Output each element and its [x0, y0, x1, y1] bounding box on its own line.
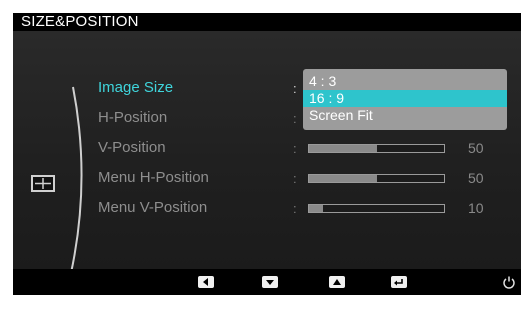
menu-h-position-slider-fill	[309, 175, 377, 182]
size-position-category-icon[interactable]	[31, 175, 55, 192]
osd-button-bar	[13, 269, 521, 295]
menu-h-position-slider[interactable]	[308, 174, 445, 183]
menu-item-image-size[interactable]: Image Size	[98, 79, 173, 96]
menu-h-position-value: 50	[468, 170, 484, 186]
v-position-slider[interactable]	[308, 144, 445, 153]
dropdown-option-screen-fit[interactable]: Screen Fit	[303, 107, 507, 124]
menu-v-position-slider[interactable]	[308, 204, 445, 213]
left-arrow-icon[interactable]	[198, 276, 214, 288]
separator-menu-v-position: :	[293, 201, 297, 216]
down-arrow-icon[interactable]	[262, 276, 278, 288]
menu-item-menu-h-position[interactable]: Menu H-Position	[98, 169, 209, 186]
v-position-value: 50	[468, 140, 484, 156]
separator-h-position: :	[293, 111, 297, 126]
menu-curve-decoration	[70, 86, 83, 274]
osd-title: SIZE&POSITION	[13, 13, 521, 31]
up-arrow-icon[interactable]	[329, 276, 345, 288]
image-size-dropdown[interactable]: 4 : 3 16 : 9 Screen Fit	[303, 69, 507, 130]
separator-menu-h-position: :	[293, 171, 297, 186]
menu-item-menu-v-position[interactable]: Menu V-Position	[98, 199, 207, 216]
menu-item-h-position[interactable]: H-Position	[98, 109, 167, 126]
separator-image-size: :	[293, 81, 297, 96]
menu-v-position-slider-fill	[309, 205, 323, 212]
dropdown-option-16-9[interactable]: 16 : 9	[303, 90, 507, 107]
dropdown-option-4-3[interactable]: 4 : 3	[303, 73, 507, 90]
power-icon[interactable]	[502, 275, 516, 289]
enter-icon[interactable]	[391, 276, 407, 288]
osd-main-panel: Image Size H-Position V-Position Menu H-…	[13, 31, 521, 274]
separator-v-position: :	[293, 141, 297, 156]
menu-item-v-position[interactable]: V-Position	[98, 139, 166, 156]
osd-window: SIZE&POSITION Image Size H-Position V-Po…	[13, 13, 521, 295]
menu-v-position-value: 10	[468, 200, 484, 216]
v-position-slider-fill	[309, 145, 377, 152]
